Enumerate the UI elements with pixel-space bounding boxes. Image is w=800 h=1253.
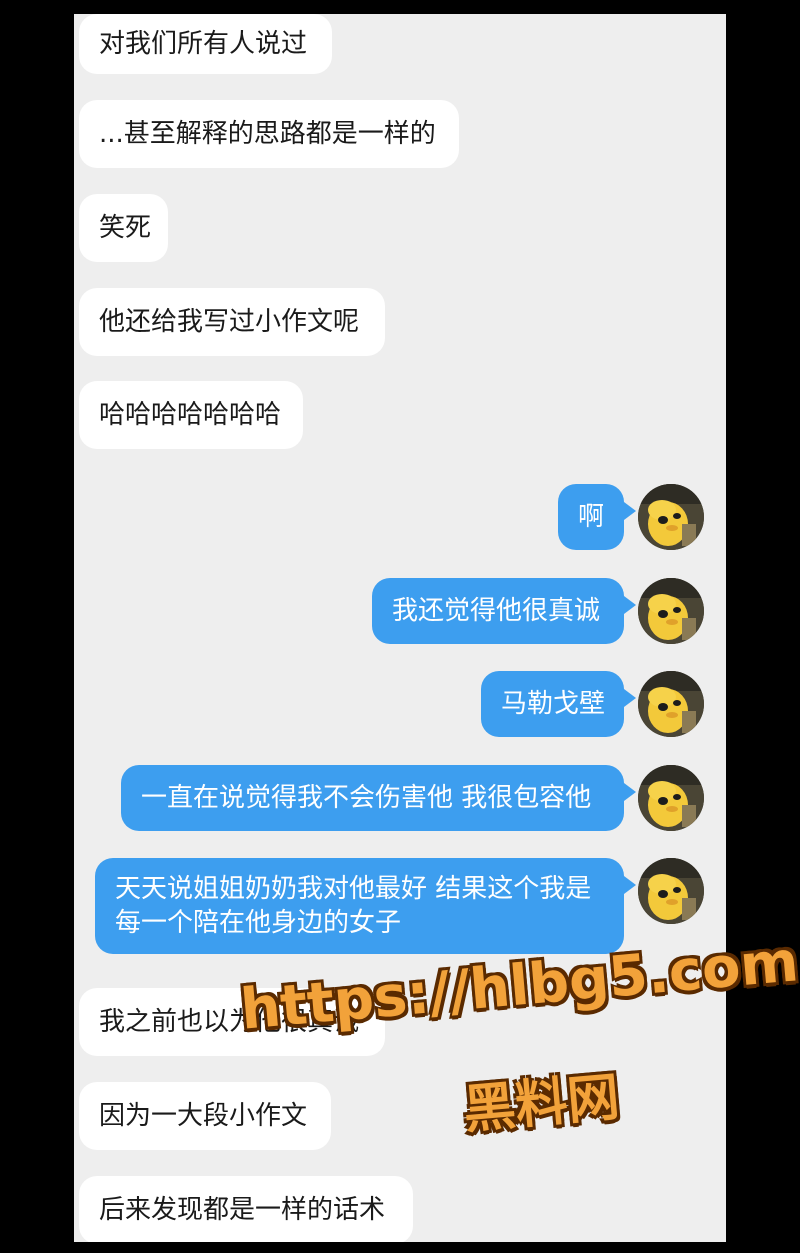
outgoing-message[interactable]: 马勒戈壁 — [481, 671, 624, 737]
bubble-tail — [624, 502, 636, 520]
incoming-message[interactable]: 他还给我写过小作文呢 — [79, 288, 385, 356]
bubble-tail — [624, 783, 636, 801]
incoming-message[interactable]: ...甚至解释的思路都是一样的 — [79, 100, 459, 168]
cartoon-dog-avatar-icon — [638, 671, 704, 737]
outgoing-message[interactable]: 啊 — [558, 484, 624, 550]
cartoon-dog-avatar-icon — [638, 765, 704, 831]
cartoon-dog-avatar-icon — [638, 578, 704, 644]
outgoing-message[interactable]: 一直在说觉得我不会伤害他 我很包容他 — [121, 765, 624, 831]
outgoing-message[interactable]: 我还觉得他很真诚 — [372, 578, 624, 644]
bubble-tail — [624, 689, 636, 707]
outgoing-message[interactable]: 天天说姐姐奶奶我对他最好 结果这个我是每一个陪在他身边的女子 — [95, 858, 624, 954]
incoming-message[interactable]: 对我们所有人说过 — [79, 14, 332, 74]
cartoon-dog-avatar-icon — [638, 858, 704, 924]
bubble-tail — [624, 596, 636, 614]
avatar[interactable] — [638, 578, 704, 644]
avatar[interactable] — [638, 484, 704, 550]
bubble-tail — [624, 876, 636, 894]
incoming-message[interactable]: 哈哈哈哈哈哈哈 — [79, 381, 303, 449]
avatar[interactable] — [638, 671, 704, 737]
avatar[interactable] — [638, 858, 704, 924]
avatar[interactable] — [638, 765, 704, 831]
incoming-message[interactable]: 我之前也以为他很真诚 — [79, 988, 385, 1056]
incoming-message[interactable]: 笑死 — [79, 194, 168, 262]
cartoon-dog-avatar-icon — [638, 484, 704, 550]
chat-area: 对我们所有人说过 ...甚至解释的思路都是一样的 笑死 他还给我写过小作文呢 哈… — [74, 14, 726, 1242]
incoming-message[interactable]: 因为一大段小作文 — [79, 1082, 331, 1150]
incoming-message[interactable]: 后来发现都是一样的话术 — [79, 1176, 413, 1242]
